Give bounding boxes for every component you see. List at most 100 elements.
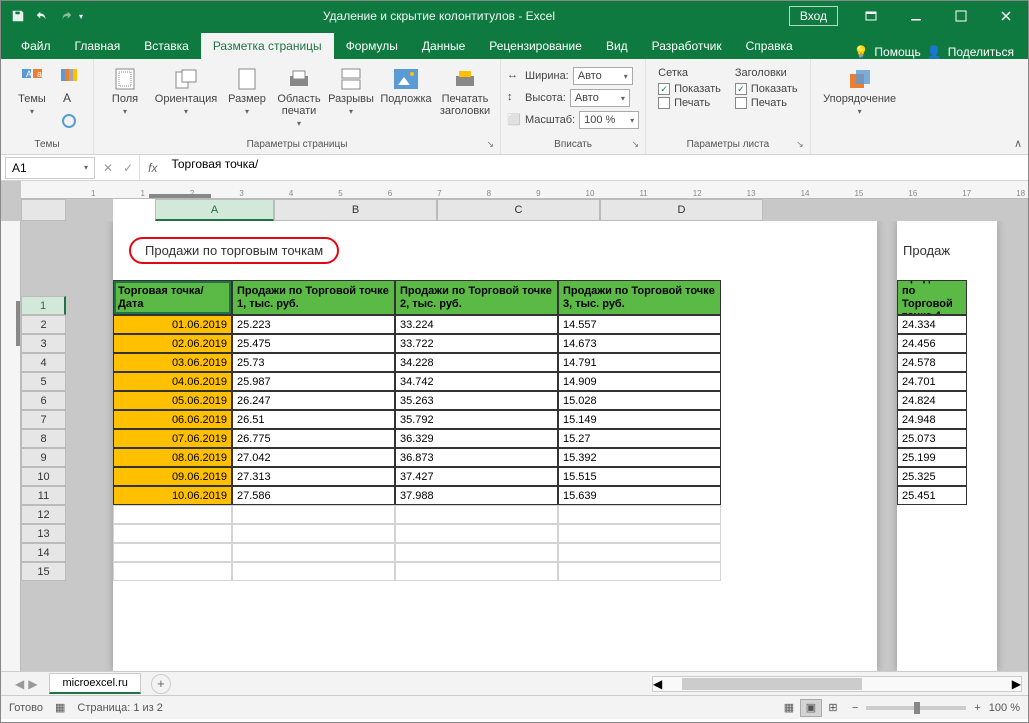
launcher-icon[interactable]: ↘ (486, 139, 494, 150)
table-header-cell[interactable]: Торговая точка/ Дата (113, 280, 232, 315)
zoom-slider[interactable] (866, 706, 966, 710)
cell[interactable]: 33.224 (395, 315, 558, 334)
tab-help[interactable]: Справка (734, 33, 805, 59)
orientation-button[interactable]: Ориентация▾ (152, 65, 220, 118)
cell[interactable]: 27.042 (232, 448, 395, 467)
cell[interactable]: 02.06.2019 (113, 334, 232, 353)
tell-me-icon[interactable]: 💡 (853, 45, 868, 59)
row-header[interactable]: 9 (21, 448, 66, 467)
row-header[interactable]: 13 (21, 524, 66, 543)
cell[interactable]: 15.392 (558, 448, 721, 467)
cell[interactable] (113, 562, 232, 581)
cell[interactable] (395, 524, 558, 543)
zoom-level[interactable]: 100 % (989, 702, 1020, 714)
share-icon[interactable]: 👤 (927, 45, 942, 59)
height-input[interactable]: Авто▾ (570, 89, 630, 107)
cell[interactable]: 15.639 (558, 486, 721, 505)
background-button[interactable]: Подложка (378, 65, 434, 107)
cell[interactable]: 34.742 (395, 372, 558, 391)
cell[interactable]: 14.909 (558, 372, 721, 391)
cell[interactable]: 34.228 (395, 353, 558, 372)
table-header-cell[interactable]: Продажи по Торговой точке 4 (897, 280, 967, 315)
cell[interactable]: 27.313 (232, 467, 395, 486)
tab-insert[interactable]: Вставка (132, 33, 201, 59)
undo-icon[interactable] (31, 5, 53, 27)
tab-developer[interactable]: Разработчик (640, 33, 734, 59)
arrange-button[interactable]: Упорядочение▾ (817, 65, 903, 118)
cell[interactable] (113, 543, 232, 562)
formula-input[interactable]: Торговая точка/ (165, 157, 1028, 179)
cell[interactable] (395, 543, 558, 562)
cell[interactable]: 25.73 (232, 353, 395, 372)
cell[interactable] (558, 543, 721, 562)
cell[interactable]: 15.27 (558, 429, 721, 448)
effects-icon[interactable] (59, 111, 79, 131)
tab-formulas[interactable]: Формулы (334, 33, 410, 59)
size-button[interactable]: Размер▾ (222, 65, 272, 118)
cell[interactable]: 05.06.2019 (113, 391, 232, 410)
tab-data[interactable]: Данные (410, 33, 477, 59)
cell[interactable]: 15.149 (558, 410, 721, 429)
cell[interactable]: 26.775 (232, 429, 395, 448)
save-icon[interactable] (7, 5, 29, 27)
cell[interactable]: 25.073 (897, 429, 967, 448)
name-box[interactable]: A1▾ (5, 157, 95, 179)
cell[interactable]: 14.791 (558, 353, 721, 372)
launcher-icon[interactable]: ↘ (796, 139, 804, 150)
cell[interactable]: 03.06.2019 (113, 353, 232, 372)
col-header-D[interactable]: D (600, 199, 763, 221)
help-label[interactable]: Помощь (874, 45, 920, 59)
cell[interactable] (232, 505, 395, 524)
cell[interactable] (232, 524, 395, 543)
next-sheet-icon[interactable]: ▶ (28, 677, 37, 691)
cell[interactable]: 37.427 (395, 467, 558, 486)
cell[interactable]: 26.51 (232, 410, 395, 429)
cell[interactable]: 10.06.2019 (113, 486, 232, 505)
headings-view-checkbox[interactable]: ✓ (735, 83, 747, 95)
col-header-B[interactable]: B (274, 199, 437, 221)
tab-view[interactable]: Вид (594, 33, 640, 59)
row-header[interactable]: 8 (21, 429, 66, 448)
tab-home[interactable]: Главная (63, 33, 133, 59)
cell[interactable]: 15.515 (558, 467, 721, 486)
row-header[interactable]: 2 (21, 315, 66, 334)
row-header[interactable]: 3 (21, 334, 66, 353)
maximize-icon[interactable] (938, 1, 983, 31)
cancel-icon[interactable]: ✕ (103, 161, 113, 175)
row-header[interactable]: 1 (21, 296, 66, 315)
cell[interactable]: 15.028 (558, 391, 721, 410)
row-header[interactable]: 15 (21, 562, 66, 581)
print-titles-button[interactable]: Печатать заголовки (436, 65, 494, 119)
cell[interactable]: 26.247 (232, 391, 395, 410)
cell[interactable]: 09.06.2019 (113, 467, 232, 486)
cell[interactable] (232, 562, 395, 581)
cell[interactable]: 25.223 (232, 315, 395, 334)
collapse-ribbon-icon[interactable]: ∧ (1014, 137, 1022, 150)
cell[interactable]: 36.873 (395, 448, 558, 467)
colors-icon[interactable] (59, 65, 79, 85)
headings-print-checkbox[interactable] (735, 97, 747, 109)
gridlines-print-checkbox[interactable] (658, 97, 670, 109)
launcher-icon[interactable]: ↘ (632, 139, 640, 150)
cell[interactable] (395, 505, 558, 524)
cell[interactable]: 36.329 (395, 429, 558, 448)
margins-button[interactable]: Поля▾ (100, 65, 150, 118)
cell[interactable] (558, 505, 721, 524)
cell[interactable] (558, 562, 721, 581)
fonts-icon[interactable]: A (59, 88, 79, 108)
cell[interactable]: 35.263 (395, 391, 558, 410)
cell[interactable]: 24.701 (897, 372, 967, 391)
prev-sheet-icon[interactable]: ◀ (15, 677, 24, 691)
table-header-cell[interactable]: Продажи по Торговой точке 1, тыс. руб. (232, 280, 395, 315)
print-area-button[interactable]: Область печати▾ (274, 65, 324, 130)
cell[interactable]: 04.06.2019 (113, 372, 232, 391)
cell[interactable]: 01.06.2019 (113, 315, 232, 334)
cell[interactable]: 33.722 (395, 334, 558, 353)
cell[interactable]: 14.673 (558, 334, 721, 353)
cell[interactable]: 24.578 (897, 353, 967, 372)
zoom-out-icon[interactable]: − (852, 702, 858, 714)
page-break-view-icon[interactable]: ⊞ (822, 699, 844, 717)
cell[interactable]: 25.325 (897, 467, 967, 486)
cell[interactable]: 08.06.2019 (113, 448, 232, 467)
width-input[interactable]: Авто▾ (573, 67, 633, 85)
